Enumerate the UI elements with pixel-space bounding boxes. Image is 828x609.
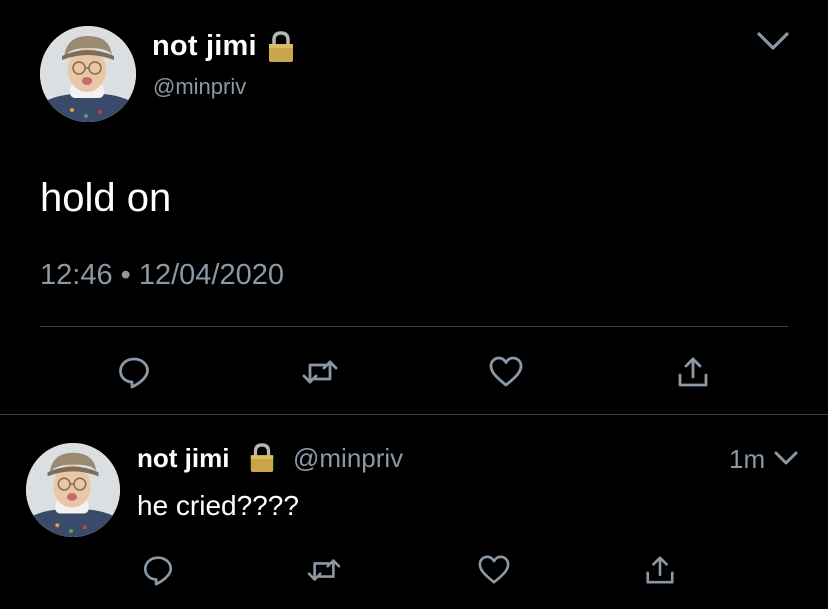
heart-icon[interactable] [484, 350, 528, 394]
lock-icon [266, 30, 296, 69]
avatar[interactable] [40, 26, 136, 122]
divider [0, 414, 828, 415]
heart-icon[interactable] [472, 548, 516, 592]
retweet-icon[interactable] [298, 350, 342, 394]
avatar[interactable] [26, 443, 120, 537]
tweet-text: hold on [40, 176, 172, 220]
lock-icon [248, 442, 276, 479]
tweet-text: he cried???? [137, 490, 299, 521]
chevron-down-icon[interactable] [772, 444, 800, 477]
chevron-down-icon[interactable] [755, 28, 791, 59]
tweet-timestamp[interactable]: 12:46 • 12/04/2020 [40, 259, 284, 292]
divider [40, 326, 788, 327]
display-name[interactable]: not jimi [152, 30, 257, 63]
username-handle[interactable]: @minpriv [293, 443, 403, 474]
share-icon[interactable] [671, 350, 715, 394]
reply-icon[interactable] [136, 548, 180, 592]
reply-icon[interactable] [112, 350, 156, 394]
share-icon[interactable] [638, 548, 682, 592]
tweet-time-ago[interactable]: 1m [729, 444, 765, 475]
display-name[interactable]: not jimi [137, 443, 229, 474]
username-handle[interactable]: @minpriv [153, 74, 246, 100]
retweet-icon[interactable] [302, 548, 346, 592]
